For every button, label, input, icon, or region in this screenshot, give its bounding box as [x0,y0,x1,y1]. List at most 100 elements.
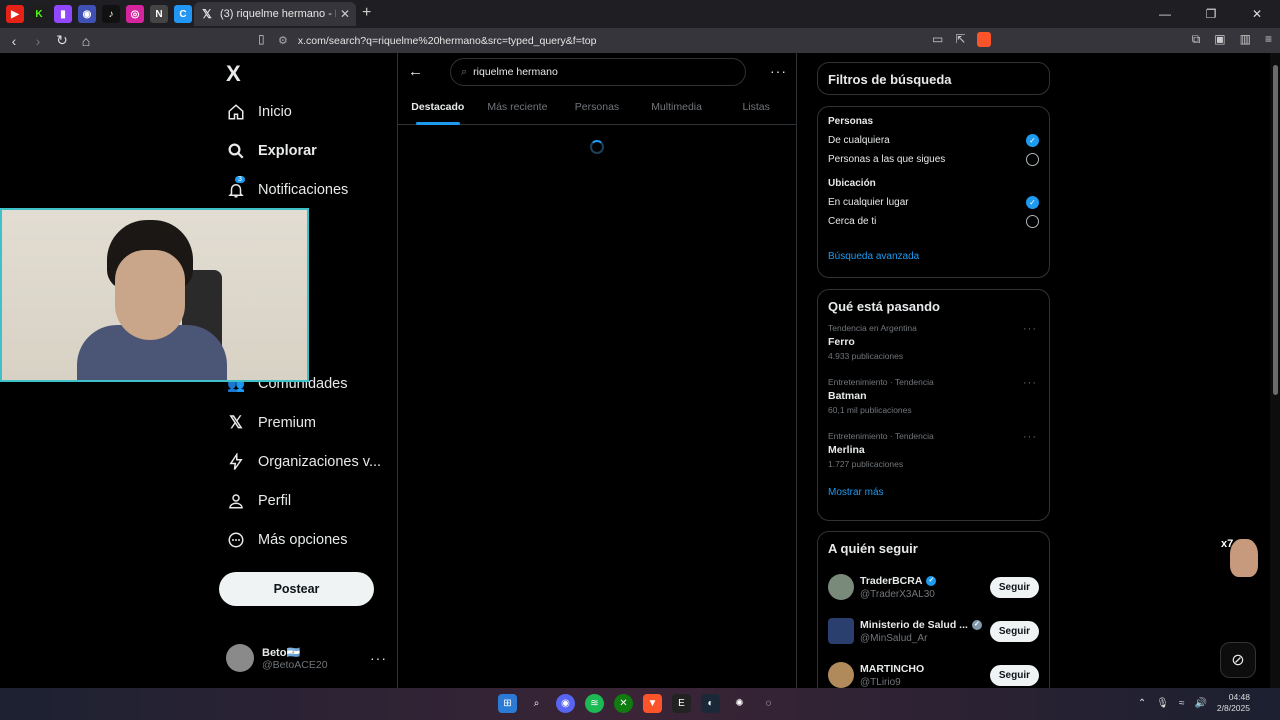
home-icon[interactable]: ⌂ [76,33,96,49]
brave-icon[interactable]: ▼ [643,694,662,713]
tab-multimedia[interactable]: Multimedia [637,91,717,124]
site-settings-icon[interactable]: ⚙ [278,34,288,47]
youtube-pinned-tab-icon[interactable]: ▶ [6,5,24,23]
trend-count: 1.727 publicaciones [828,459,904,469]
show-more-link[interactable]: Mostrar más [818,487,1049,498]
app-icon[interactable]: ◌ [759,694,778,713]
notion-pinned-tab-icon[interactable]: N [150,5,168,23]
nav-item-notificaciones[interactable]: 3 Notificaciones [226,175,348,205]
follow-suggestion[interactable]: Ministerio de Salud ... ✓ @MinSalud_Ar Se… [818,609,1049,653]
discord-icon[interactable]: ◉ [556,694,575,713]
filter-option-cualquier-lugar[interactable]: En cualquier lugar ✓ [818,193,1049,212]
extensions-icon[interactable]: ⧉ [1192,32,1201,47]
windows-start-icon[interactable]: ⊞ [498,694,517,713]
nav-label: Notificaciones [258,182,349,198]
filter-option-cerca-de-ti[interactable]: Cerca de ti [818,212,1049,231]
tab-mas-reciente[interactable]: Más reciente [478,91,558,124]
x-logo[interactable]: X [226,61,241,87]
radio-empty-icon[interactable] [1026,153,1039,166]
nav-item-organizaciones[interactable]: Organizaciones v... [226,447,381,477]
nav-item-explorar[interactable]: Explorar [226,136,317,166]
advanced-search-link[interactable]: Búsqueda avanzada [818,251,1049,262]
cast-icon[interactable]: ▭ [932,32,943,47]
tab-listas[interactable]: Listas [716,91,796,124]
tiktok-pinned-tab-icon[interactable]: ♪ [102,5,120,23]
search-more-icon[interactable]: ··· [770,63,787,79]
option-label: En cualquier lugar [828,197,909,208]
kick-pinned-tab-icon[interactable]: K [30,5,48,23]
forward-icon[interactable]: › [28,33,48,49]
clock[interactable]: 04:48 2/8/2025 [1217,692,1250,714]
microphone-icon[interactable]: 🎙 [1156,698,1169,709]
wifi-icon[interactable]: ≈ [1179,698,1185,709]
filter-option-personas-que-sigues[interactable]: Personas a las que sigues [818,150,1049,169]
checkmark-icon[interactable]: ✓ [1026,196,1039,209]
tab-destacado[interactable]: Destacado [398,91,478,125]
nav-item-perfil[interactable]: Perfil [226,486,291,516]
instagram-pinned-tab-icon[interactable]: ◎ [126,5,144,23]
checkmark-icon[interactable]: ✓ [1026,134,1039,147]
wallet-icon[interactable]: ▣ [1214,32,1225,47]
chatgpt-icon[interactable]: ✺ [730,694,749,713]
restore-icon[interactable]: ❐ [1188,0,1234,28]
clock-time: 04:48 [1228,692,1250,702]
active-tab[interactable]: 𝕏 (3) riquelme hermano - Buscar / ✕ [194,2,356,26]
tab-personas[interactable]: Personas [557,91,637,124]
follow-button[interactable]: Seguir [989,664,1039,686]
close-tab-icon[interactable]: ✕ [340,7,350,21]
account-more-icon[interactable]: ··· [370,650,387,666]
trend-more-icon[interactable]: ··· [1023,431,1037,443]
home-icon [226,102,246,122]
active-tab-title: (3) riquelme hermano - Buscar / [220,8,336,20]
epic-games-icon[interactable]: E [672,694,691,713]
spotify-icon[interactable]: ≋ [585,694,604,713]
bookmark-icon[interactable]: ▯ [258,32,265,46]
back-icon[interactable]: ‹ [4,33,24,49]
new-tab-icon[interactable]: + [362,4,371,22]
menu-icon[interactable]: ≡ [1265,32,1272,47]
radio-empty-icon[interactable] [1026,215,1039,228]
address-bar[interactable]: ⚙ x.com/search?q=riquelme%20hermano&src=… [278,31,998,50]
reload-icon[interactable]: ↻ [52,32,72,49]
sidebar-toggle-icon[interactable]: ▥ [1240,32,1251,47]
search-icon[interactable]: ⌕ [527,694,546,713]
brave-shields-icon[interactable] [977,32,992,47]
canva-pinned-tab-icon[interactable]: C [174,5,192,23]
profile-name: Beto🇦🇷 [262,646,301,659]
trend-item[interactable]: Tendencia en Argentina Ferro 4.933 publi… [818,323,1049,377]
follow-name: Ministerio de Salud ... ✓ [860,619,990,631]
follow-suggestion[interactable]: TraderBCRA ✓ @TraderX3AL30 Seguir [818,565,1049,609]
address-text[interactable]: x.com/search?q=riquelme%20hermano&src=ty… [298,35,597,47]
scrollbar-thumb[interactable] [1273,65,1278,395]
grok-icon[interactable]: ⊘ [1220,642,1256,678]
nav-item-mas-opciones[interactable]: Más opciones [226,525,347,555]
webcam-overlay [0,208,309,382]
close-window-icon[interactable]: ✕ [1234,0,1280,28]
twitch-pinned-tab-icon[interactable]: ▮ [54,5,72,23]
volume-icon[interactable]: 🔊 [1194,698,1206,709]
trend-item[interactable]: Entretenimiento · Tendencia Batman 60,1 … [818,377,1049,431]
trend-more-icon[interactable]: ··· [1023,377,1037,389]
page-scrollbar[interactable] [1270,53,1280,688]
nav-item-inicio[interactable]: Inicio [226,97,292,127]
search-input[interactable] [473,66,704,78]
follow-button[interactable]: Seguir [989,620,1039,642]
nav-label: Organizaciones v... [258,454,382,470]
search-box[interactable]: ⌕ [450,58,746,86]
x-favicon-icon: 𝕏 [202,7,212,21]
trend-name: Batman [828,390,867,402]
follow-button[interactable]: Seguir [989,576,1039,598]
account-switcher[interactable]: Beto🇦🇷 @BetoACE20 [226,644,328,672]
xbox-icon[interactable]: ✕ [614,694,633,713]
share-icon[interactable]: ⇱ [955,32,965,47]
app-pinned-tab-icon[interactable]: ◉ [78,5,96,23]
steam-icon[interactable]: ◐ [701,694,720,713]
chevron-up-icon[interactable]: ⌃ [1138,698,1146,709]
filter-option-de-cualquiera[interactable]: De cualquiera ✓ [818,131,1049,150]
trend-item[interactable]: Entretenimiento · Tendencia Merlina 1.72… [818,431,1049,485]
post-button[interactable]: Postear [219,572,374,606]
trend-more-icon[interactable]: ··· [1023,323,1037,335]
nav-item-premium[interactable]: 𝕏 Premium [226,408,316,438]
minimize-icon[interactable]: — [1142,0,1188,28]
back-arrow-icon[interactable]: ← [408,63,423,80]
